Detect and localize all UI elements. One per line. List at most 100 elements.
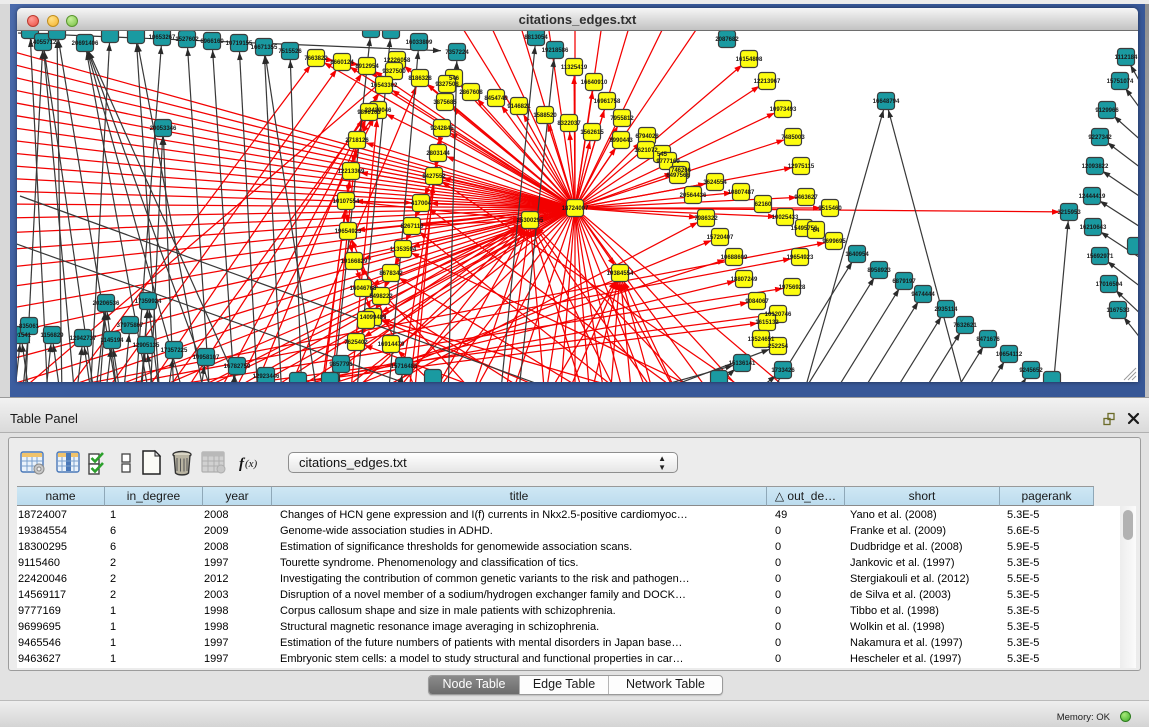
svg-text:10807487: 10807487 (728, 190, 755, 196)
svg-text:8427552: 8427552 (422, 174, 446, 180)
svg-text:10120746: 10120746 (765, 312, 792, 318)
svg-text:8678342: 8678342 (379, 271, 403, 277)
svg-text:62160: 62160 (755, 202, 772, 208)
svg-text:9699695: 9699695 (822, 239, 846, 245)
svg-text:25300295: 25300295 (517, 218, 544, 224)
svg-text:11325419: 11325419 (561, 65, 588, 71)
svg-text:8186328: 8186328 (408, 76, 432, 82)
svg-text:15692971: 15692971 (1087, 254, 1114, 260)
svg-text:16046768: 16046768 (350, 286, 377, 292)
svg-text:10653267: 10653267 (149, 35, 176, 41)
svg-text:3624554: 3624554 (703, 180, 727, 186)
svg-text:9515460: 9515460 (818, 206, 842, 212)
svg-text:16671355: 16671355 (251, 45, 278, 51)
svg-text:9777169: 9777169 (656, 159, 680, 165)
svg-text:9129966: 9129966 (1095, 108, 1119, 114)
svg-text:16033809: 16033809 (406, 40, 433, 46)
svg-text:8958923: 8958923 (867, 268, 891, 274)
svg-text:7485003: 7485003 (781, 135, 805, 141)
svg-text:16782759: 16782759 (224, 364, 251, 370)
svg-text:8990443: 8990443 (609, 138, 633, 144)
svg-text:(x): (x) (245, 458, 258, 470)
svg-text:9242845: 9242845 (430, 126, 454, 132)
svg-text:14055712: 14055712 (30, 40, 57, 46)
svg-text:9146821: 9146821 (507, 104, 531, 110)
svg-text:19384554: 19384554 (607, 271, 634, 277)
svg-text:10719155: 10719155 (226, 41, 253, 47)
svg-text:12093822: 12093822 (1082, 164, 1109, 170)
svg-text:9463627: 9463627 (794, 195, 818, 201)
svg-text:19166829: 19166829 (341, 259, 368, 265)
svg-text:9245652: 9245652 (1019, 368, 1043, 374)
svg-text:1145194: 1145194 (100, 338, 124, 344)
svg-text:17357225: 17357225 (161, 348, 188, 354)
svg-text:417004: 417004 (411, 201, 432, 207)
svg-text:1527602: 1527602 (175, 37, 199, 43)
svg-text:64: 64 (813, 228, 820, 234)
svg-text:10688609: 10688609 (721, 255, 748, 261)
svg-text:391541: 391541 (17, 333, 32, 339)
svg-text:2087682: 2087682 (715, 37, 739, 43)
svg-text:8322037: 8322037 (557, 121, 581, 127)
svg-text:9857791: 9857791 (329, 362, 353, 368)
svg-text:19654923: 19654923 (787, 255, 814, 261)
svg-text:1615132: 1615132 (755, 320, 779, 326)
svg-text:15751074: 15751074 (1107, 79, 1134, 85)
svg-text:19218586: 19218586 (542, 48, 569, 54)
svg-text:16210643: 16210643 (1080, 225, 1107, 231)
svg-text:6794028: 6794028 (635, 134, 659, 140)
svg-text:12905135: 12905135 (133, 343, 160, 349)
svg-text:9084067: 9084067 (745, 299, 769, 305)
svg-text:12226058: 12226058 (384, 58, 411, 64)
svg-text:8912954: 8912954 (355, 64, 379, 70)
svg-text:12213369: 12213369 (338, 169, 365, 175)
svg-text:12942737: 12942737 (70, 336, 97, 342)
svg-text:12975115: 12975115 (788, 164, 815, 170)
svg-text:1621072: 1621072 (634, 148, 658, 154)
svg-text:11353594: 11353594 (390, 247, 417, 253)
svg-text:7986322: 7986322 (694, 216, 718, 222)
svg-text:10025433: 10025433 (772, 215, 799, 221)
svg-text:37975867: 37975867 (117, 323, 144, 329)
svg-text:14099489: 14099489 (360, 315, 387, 321)
svg-text:16648794: 16648794 (873, 99, 900, 105)
svg-text:252254: 252254 (768, 344, 789, 350)
svg-text:8454749: 8454749 (484, 96, 508, 102)
svg-text:9474444: 9474444 (911, 292, 935, 298)
svg-text:1733426: 1733426 (771, 368, 795, 374)
svg-text:7632621: 7632621 (953, 323, 977, 329)
svg-text:15136141: 15136141 (729, 361, 756, 367)
svg-text:6879197: 6879197 (892, 279, 916, 285)
svg-text:1640954: 1640954 (845, 252, 869, 258)
svg-text:16543362: 16543362 (371, 83, 398, 89)
svg-text:7357224: 7357224 (445, 50, 469, 56)
svg-text:6497568: 6497568 (666, 173, 690, 179)
svg-text:2935114: 2935114 (934, 307, 958, 313)
svg-text:15716485: 15716485 (391, 364, 418, 370)
svg-text:9327500: 9327500 (382, 69, 406, 75)
svg-text:20691406: 20691406 (72, 41, 99, 47)
svg-text:6966160: 6966160 (200, 39, 224, 45)
svg-text:1112184: 1112184 (1115, 55, 1138, 61)
svg-text:16640910: 16640910 (581, 80, 608, 86)
svg-text:20053346: 20053346 (150, 126, 177, 132)
svg-text:1588520: 1588520 (533, 113, 557, 119)
svg-text:3215953: 3215953 (1057, 210, 1081, 216)
svg-text:20206536: 20206536 (93, 301, 120, 307)
svg-text:8813054: 8813054 (524, 35, 548, 41)
svg-text:10654112: 10654112 (996, 352, 1023, 358)
svg-text:7955812: 7955812 (610, 116, 634, 122)
svg-text:5498222: 5498222 (369, 294, 393, 300)
svg-text:1167533: 1167533 (1106, 308, 1130, 314)
svg-text:16961758: 16961758 (594, 99, 621, 105)
svg-text:12213967: 12213967 (754, 79, 781, 85)
svg-text:18807249: 18807249 (731, 277, 758, 283)
svg-text:8660124: 8660124 (330, 60, 354, 66)
svg-text:16154808: 16154808 (736, 57, 763, 63)
svg-text:9227342: 9227342 (1088, 135, 1112, 141)
svg-text:19654923: 19654923 (335, 229, 362, 235)
svg-text:7625402: 7625402 (344, 340, 368, 346)
svg-text:9896103: 9896103 (357, 110, 381, 116)
svg-text:15720407: 15720407 (707, 235, 734, 241)
svg-text:2718126: 2718126 (345, 138, 369, 144)
